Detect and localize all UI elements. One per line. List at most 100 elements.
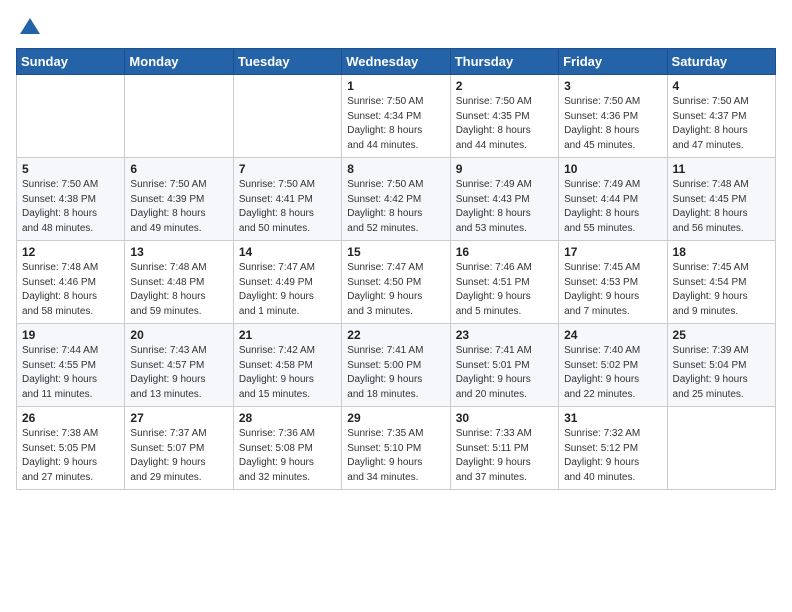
day-info: Sunrise: 7:37 AM Sunset: 5:07 PM Dayligh… [130, 427, 227, 485]
day-info: Sunrise: 7:50 AM Sunset: 4:42 PM Dayligh… [347, 178, 444, 236]
day-number: 9 [456, 162, 553, 176]
day-info: Sunrise: 7:40 AM Sunset: 5:02 PM Dayligh… [564, 344, 661, 402]
calendar-cell: 4Sunrise: 7:50 AM Sunset: 4:37 PM Daylig… [667, 75, 775, 158]
day-info: Sunrise: 7:42 AM Sunset: 4:58 PM Dayligh… [239, 344, 336, 402]
header [16, 16, 776, 40]
calendar-header: SundayMondayTuesdayWednesdayThursdayFrid… [17, 49, 776, 75]
day-info: Sunrise: 7:46 AM Sunset: 4:51 PM Dayligh… [456, 261, 553, 319]
day-number: 12 [22, 245, 119, 259]
calendar-cell [125, 75, 233, 158]
calendar-container: SundayMondayTuesdayWednesdayThursdayFrid… [0, 0, 792, 502]
calendar-cell: 11 Sunrise: 7:48 AM Sunset: 4:45 PM Dayli… [667, 158, 775, 241]
day-info: Sunrise: 7:48 AM Sunset: 4:46 PM Dayligh… [22, 261, 119, 319]
day-of-week-tuesday: Tuesday [233, 49, 341, 75]
day-info: Sunrise: 7:45 AM Sunset: 4:54 PM Dayligh… [673, 261, 770, 319]
calendar-cell: 2 Sunrise: 7:50 AM Sunset: 4:35 PM Daylig… [450, 75, 558, 158]
day-info: Sunrise: 7:50 AM Sunset: 4:38 PM Dayligh… [22, 178, 119, 236]
day-number: 21 [239, 328, 336, 342]
day-info: Sunrise: 7:47 AM Sunset: 4:50 PM Dayligh… [347, 261, 444, 319]
day-of-week-wednesday: Wednesday [342, 49, 450, 75]
calendar-table: SundayMondayTuesdayWednesdayThursdayFrid… [16, 48, 776, 490]
day-info: Sunrise: 7:47 AM Sunset: 4:49 PM Dayligh… [239, 261, 336, 319]
day-number: 28 [239, 411, 336, 425]
day-info: Sunrise: 7:33 AM Sunset: 5:11 PM Dayligh… [456, 427, 553, 485]
day-info: Sunrise: 7:44 AM Sunset: 4:55 PM Dayligh… [22, 344, 119, 402]
day-info: Sunrise: 7:50 AM Sunset: 4:39 PM Dayligh… [130, 178, 227, 236]
day-number: 7 [239, 162, 336, 176]
day-number: 25 [673, 328, 770, 342]
calendar-cell: 24 Sunrise: 7:40 AM Sunset: 5:02 PM Dayli… [559, 324, 667, 407]
calendar-cell: 15 Sunrise: 7:47 AM Sunset: 4:50 PM Dayli… [342, 241, 450, 324]
day-number: 22 [347, 328, 444, 342]
day-of-week-thursday: Thursday [450, 49, 558, 75]
day-number: 15 [347, 245, 444, 259]
calendar-cell: 30 Sunrise: 7:33 AM Sunset: 5:11 PM Dayli… [450, 407, 558, 490]
day-number: 27 [130, 411, 227, 425]
day-number: 20 [130, 328, 227, 342]
week-row: 19 Sunrise: 7:44 AM Sunset: 4:55 PM Dayli… [17, 324, 776, 407]
day-number: 8 [347, 162, 444, 176]
day-number: 13 [130, 245, 227, 259]
calendar-cell: 12 Sunrise: 7:48 AM Sunset: 4:46 PM Dayli… [17, 241, 125, 324]
week-row: 1 Sunrise: 7:50 AM Sunset: 4:34 PM Daylig… [17, 75, 776, 158]
calendar-cell: 19 Sunrise: 7:44 AM Sunset: 4:55 PM Dayli… [17, 324, 125, 407]
day-number: 6 [130, 162, 227, 176]
week-row: 12 Sunrise: 7:48 AM Sunset: 4:46 PM Dayli… [17, 241, 776, 324]
calendar-cell: 10Sunrise: 7:49 AM Sunset: 4:44 PM Dayli… [559, 158, 667, 241]
calendar-cell: 18 Sunrise: 7:45 AM Sunset: 4:54 PM Dayli… [667, 241, 775, 324]
day-number: 23 [456, 328, 553, 342]
day-number: 5 [22, 162, 119, 176]
day-number: 2 [456, 79, 553, 93]
day-info: Sunrise: 7:38 AM Sunset: 5:05 PM Dayligh… [22, 427, 119, 485]
calendar-cell: 27 Sunrise: 7:37 AM Sunset: 5:07 PM Dayli… [125, 407, 233, 490]
day-number: 17 [564, 245, 661, 259]
calendar-cell: 1 Sunrise: 7:50 AM Sunset: 4:34 PM Daylig… [342, 75, 450, 158]
day-info: Sunrise: 7:48 AM Sunset: 4:48 PM Dayligh… [130, 261, 227, 319]
calendar-body: 1 Sunrise: 7:50 AM Sunset: 4:34 PM Daylig… [17, 75, 776, 490]
day-of-week-friday: Friday [559, 49, 667, 75]
calendar-cell: 22 Sunrise: 7:41 AM Sunset: 5:00 PM Dayli… [342, 324, 450, 407]
day-of-week-sunday: Sunday [17, 49, 125, 75]
calendar-cell [667, 407, 775, 490]
week-row: 26 Sunrise: 7:38 AM Sunset: 5:05 PM Dayli… [17, 407, 776, 490]
day-info: Sunrise: 7:50 AM Sunset: 4:35 PM Dayligh… [456, 95, 553, 153]
day-number: 4 [673, 79, 770, 93]
day-number: 18 [673, 245, 770, 259]
calendar-cell: 23 Sunrise: 7:41 AM Sunset: 5:01 PM Dayli… [450, 324, 558, 407]
day-number: 31 [564, 411, 661, 425]
calendar-cell: 14Sunrise: 7:47 AM Sunset: 4:49 PM Dayli… [233, 241, 341, 324]
logo [16, 16, 42, 40]
calendar-cell [17, 75, 125, 158]
calendar-cell: 26 Sunrise: 7:38 AM Sunset: 5:05 PM Dayli… [17, 407, 125, 490]
day-info: Sunrise: 7:48 AM Sunset: 4:45 PM Dayligh… [673, 178, 770, 236]
calendar-cell: 9 Sunrise: 7:49 AM Sunset: 4:43 PM Daylig… [450, 158, 558, 241]
calendar-cell [233, 75, 341, 158]
day-number: 19 [22, 328, 119, 342]
week-row: 5 Sunrise: 7:50 AM Sunset: 4:38 PM Daylig… [17, 158, 776, 241]
calendar-cell: 6 Sunrise: 7:50 AM Sunset: 4:39 PM Daylig… [125, 158, 233, 241]
day-number: 30 [456, 411, 553, 425]
day-of-week-monday: Monday [125, 49, 233, 75]
day-number: 24 [564, 328, 661, 342]
calendar-cell: 3Sunrise: 7:50 AM Sunset: 4:36 PM Daylig… [559, 75, 667, 158]
day-info: Sunrise: 7:36 AM Sunset: 5:08 PM Dayligh… [239, 427, 336, 485]
calendar-cell: 5 Sunrise: 7:50 AM Sunset: 4:38 PM Daylig… [17, 158, 125, 241]
logo-icon [18, 16, 42, 40]
calendar-cell: 17Sunrise: 7:45 AM Sunset: 4:53 PM Dayli… [559, 241, 667, 324]
day-number: 1 [347, 79, 444, 93]
calendar-cell: 13 Sunrise: 7:48 AM Sunset: 4:48 PM Dayli… [125, 241, 233, 324]
day-number: 11 [673, 162, 770, 176]
day-number: 29 [347, 411, 444, 425]
day-info: Sunrise: 7:50 AM Sunset: 4:41 PM Dayligh… [239, 178, 336, 236]
day-info: Sunrise: 7:41 AM Sunset: 5:00 PM Dayligh… [347, 344, 444, 402]
day-info: Sunrise: 7:49 AM Sunset: 4:44 PM Dayligh… [564, 178, 661, 236]
day-info: Sunrise: 7:43 AM Sunset: 4:57 PM Dayligh… [130, 344, 227, 402]
day-number: 26 [22, 411, 119, 425]
day-info: Sunrise: 7:41 AM Sunset: 5:01 PM Dayligh… [456, 344, 553, 402]
day-of-week-saturday: Saturday [667, 49, 775, 75]
calendar-cell: 8 Sunrise: 7:50 AM Sunset: 4:42 PM Daylig… [342, 158, 450, 241]
day-info: Sunrise: 7:50 AM Sunset: 4:34 PM Dayligh… [347, 95, 444, 153]
day-info: Sunrise: 7:49 AM Sunset: 4:43 PM Dayligh… [456, 178, 553, 236]
calendar-cell: 16Sunrise: 7:46 AM Sunset: 4:51 PM Dayli… [450, 241, 558, 324]
day-info: Sunrise: 7:50 AM Sunset: 4:36 PM Dayligh… [564, 95, 661, 153]
